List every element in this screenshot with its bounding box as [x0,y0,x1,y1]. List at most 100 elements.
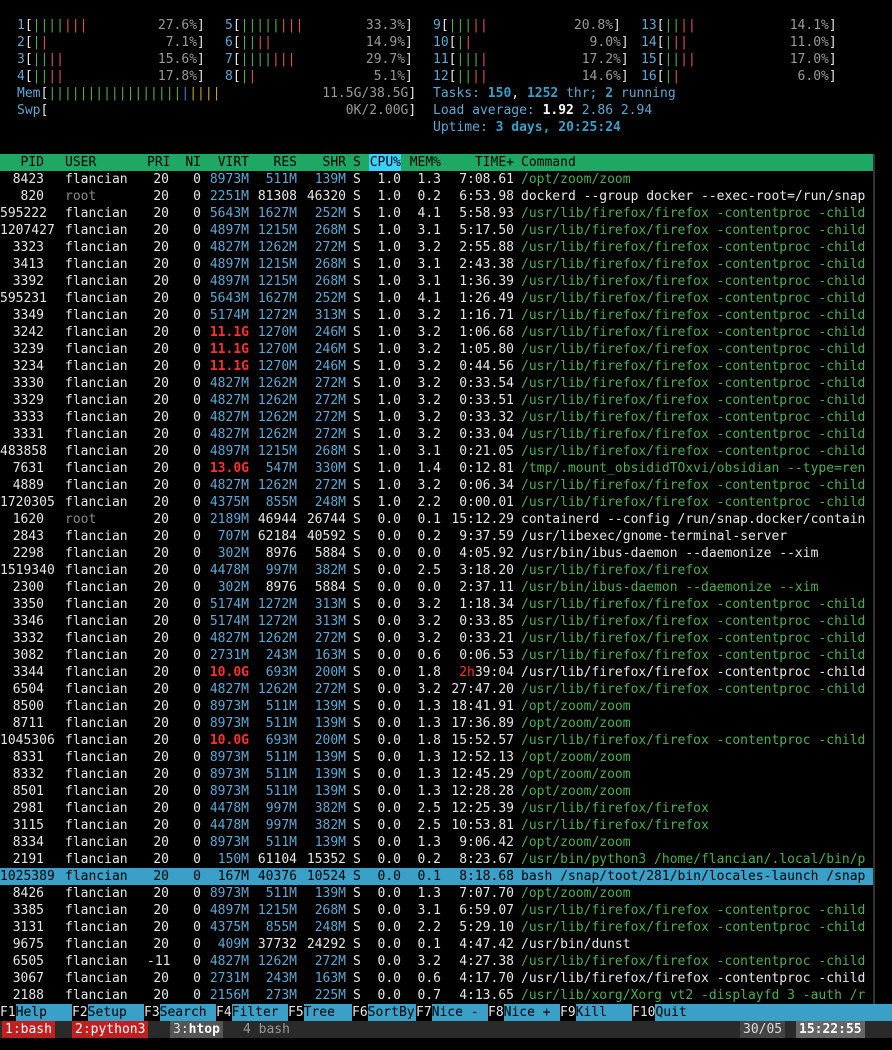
cell-time: 0:06.34 [459,478,514,493]
process-row[interactable]: 3332 flancian 20 0 4827M 1262M 272M S 0.0 3.2 0:33… [0,630,873,647]
process-row[interactable]: 595222 flancian 20 0 5643M 1627M 252M S 1.0 4.1 5:… [0,205,873,222]
cell-virt: 2731M [209,971,249,986]
process-row[interactable]: 2191 flancian 20 0 150M 61104 15352 S 0.0 0.2 8:23… [0,851,873,868]
load-5: 2.86 [581,103,614,118]
process-row[interactable]: 9675 flancian 20 0 409M 37732 24292 S 0.0 0.1 4:47… [0,936,873,953]
process-row[interactable]: 2300 flancian 20 0 302M 8976 5884 S 0.0 0.0 2:37.1… [0,579,873,596]
process-row[interactable]: 1620 root 20 0 2189M 46944 26744 S 0.0 0.1 15:12.2… [0,511,873,528]
process-row[interactable]: 8332 flancian 20 0 8973M 511M 139M S 0.0 1.3 12:45… [0,766,873,783]
process-row[interactable]: 2188 flancian 20 0 2156M 273M 225M S 0.0 0.7 4:13.… [0,987,873,1004]
process-row[interactable]: 8423 flancian 20 0 8973M 511M 139M S 1.0 1.3 7:08.… [0,171,873,188]
process-row[interactable]: 3349 flancian 20 0 5174M 1272M 313M S 1.0 3.2 1:16… [0,307,873,324]
swp-label: Swp [17,103,41,118]
process-row[interactable]: 2298 flancian 20 0 302M 8976 5884 S 0.0 0.0 4:05.9… [0,545,873,562]
process-table-header[interactable]: PID USER PRI NI VIRT RES SHR S CPU% MEM%… [0,154,873,171]
cell-shr: 139M [314,886,346,901]
col-state[interactable]: S [353,154,361,171]
col-shr[interactable]: SHR [302,154,346,171]
cell-state: S [353,376,361,391]
cell-time: 2:43.38 [459,257,514,272]
fkey-f3[interactable]: F3Search [144,1004,216,1021]
process-row[interactable]: 3242 flancian 20 0 11.1G 1270M 246M S 1.0 3.2 1:06… [0,324,873,341]
fkey-label: Help [15,1004,72,1021]
tmux-window-4[interactable]: 4 bash [240,1021,293,1038]
scrollbar[interactable] [873,154,875,1004]
fkey-f7[interactable]: F7Nice - [416,1004,488,1021]
cell-shr: 139M [314,699,346,714]
fkey-f4[interactable]: F4Filter [216,1004,288,1021]
cell-mem-percent: 1.3 [417,699,441,714]
process-row[interactable]: 8426 flancian 20 0 8973M 511M 139M S 0.0 1.3 7:07.… [0,885,873,902]
process-row[interactable]: 8711 flancian 20 0 8973M 511M 139M S 0.0 1.3 17:36… [0,715,873,732]
process-row[interactable]: 3082 flancian 20 0 2731M 243M 163M S 0.0 0.6 0:06.… [0,647,873,664]
process-row[interactable]: 2843 flancian 20 0 707M 62184 40592 S 0.0 0.2 9:37… [0,528,873,545]
process-row[interactable]: 8500 flancian 20 0 8973M 511M 139M S 0.0 1.3 18:41… [0,698,873,715]
cpu-id: 4 [17,69,25,84]
process-row[interactable]: 3329 flancian 20 0 4827M 1262M 272M S 1.0 3.2 0:33… [0,392,873,409]
cell-mem-percent: 3.2 [417,359,441,374]
fkey-label: SortBy [367,1004,416,1021]
process-row[interactable]: 820 root 20 0 2251M 81308 46320 S 1.0 0.2 6:53.98 d… [0,188,873,205]
process-row[interactable]: 3323 flancian 20 0 4827M 1262M 272M S 1.0 3.2 2:55… [0,239,873,256]
cell-mem-percent: 0.7 [417,988,441,1003]
process-row[interactable]: 595231 flancian 20 0 5643M 1627M 252M S 1.0 4.1 1:… [0,290,873,307]
process-row[interactable]: 3413 flancian 20 0 4897M 1215M 268M S 1.0 3.1 2:43… [0,256,873,273]
process-row[interactable]: 3350 flancian 20 0 5174M 1272M 313M S 0.0 3.2 1:18… [0,596,873,613]
process-row[interactable]: 7631 flancian 20 0 13.0G 547M 330M S 1.0 1.4 0:12.… [0,460,873,477]
process-row[interactable]: 1720305 flancian 20 0 4375M 855M 248M S 1.0 2.2 0:… [0,494,873,511]
col-user[interactable]: USER [65,154,96,171]
cell-res: 62184 [257,529,297,544]
cell-priority: 20 [153,342,169,357]
process-row[interactable]: 3330 flancian 20 0 4827M 1262M 272M S 1.0 3.2 0:33… [0,375,873,392]
col-ni[interactable]: NI [181,154,201,171]
col-virt[interactable]: VIRT [204,154,249,171]
fkey-f9[interactable]: F9Kill [560,1004,632,1021]
process-row[interactable]: 3346 flancian 20 0 5174M 1272M 313M S 0.0 3.2 0:33… [0,613,873,630]
process-row[interactable]: 3131 flancian 20 0 4375M 855M 248M S 0.0 2.2 5:29.… [0,919,873,936]
process-row[interactable]: 6504 flancian 20 0 4827M 1262M 272M S 0.0 3.2 27:4… [0,681,873,698]
fkey-f6[interactable]: F6SortBy [352,1004,416,1021]
col-command[interactable]: Command [521,154,873,171]
tmux-window-2[interactable]: 2:python3 [72,1021,149,1038]
fkey-f2[interactable]: F2Setup [72,1004,144,1021]
cell-pid: 1025389 [0,869,55,884]
col-pid[interactable]: PID [0,154,44,171]
tmux-window-3[interactable]: 3:htop [170,1021,223,1038]
process-row[interactable]: 8331 flancian 20 0 8973M 511M 139M S 0.0 1.3 12:52… [0,749,873,766]
process-row[interactable]: 4889 flancian 20 0 4827M 1262M 272M S 1.0 3.2 0:06… [0,477,873,494]
cell-command: /usr/lib/firefox/firefox -contentproc -c… [521,733,866,748]
fkey-f10[interactable]: F10Quit [632,1004,892,1021]
tmux-window-1[interactable]: 1:bash [2,1021,55,1038]
fkey-f5[interactable]: F5Tree [288,1004,352,1021]
process-row[interactable]: 1025389 flancian 20 0 167M 40376 10524 S 0.0 0.1 8… [0,868,873,885]
process-row[interactable]: 3239 flancian 20 0 11.1G 1270M 246M S 1.0 3.2 1:05… [0,341,873,358]
process-row[interactable]: 1519340 flancian 20 0 4478M 997M 382M S 0.0 2.5 3:… [0,562,873,579]
process-row[interactable]: 3392 flancian 20 0 4897M 1215M 268M S 1.0 3.1 1:36… [0,273,873,290]
process-row[interactable]: 8334 flancian 20 0 8973M 511M 139M S 0.0 1.3 9:06.… [0,834,873,851]
fkey-f8[interactable]: F8Nice + [488,1004,560,1021]
process-row[interactable]: 3385 flancian 20 0 4897M 1215M 268M S 0.0 3.1 6:59… [0,902,873,919]
col-mem[interactable]: MEM% [408,154,441,171]
fkey-f1[interactable]: F1Help [0,1004,72,1021]
process-row[interactable]: 8501 flancian 20 0 8973M 511M 139M S 0.0 1.3 12:28… [0,783,873,800]
process-row[interactable]: 3234 flancian 20 0 11.1G 1270M 246M S 1.0 3.2 0:44… [0,358,873,375]
process-row[interactable]: 6505 flancian -11 0 4827M 1262M 272M S 0.0 3.2 4:2… [0,953,873,970]
process-row[interactable]: 3331 flancian 20 0 4827M 1262M 272M S 1.0 3.2 0:33… [0,426,873,443]
process-row[interactable]: 3115 flancian 20 0 4478M 997M 382M S 0.0 2.5 10:53… [0,817,873,834]
process-row[interactable]: 483858 flancian 20 0 4897M 1215M 268M S 1.0 3.1 0:… [0,443,873,460]
col-pri[interactable]: PRI [147,154,170,171]
cell-nice: 0 [193,665,201,680]
process-row[interactable]: 1045306 flancian 20 0 10.0G 693M 200M S 0.0 1.8 15… [0,732,873,749]
col-res[interactable]: RES [254,154,297,171]
process-row[interactable]: 3344 flancian 20 0 10.0G 693M 200M S 0.0 1.8 2h39:… [0,664,873,681]
cell-cpu-percent: 0.0 [377,869,401,884]
process-row[interactable]: 3333 flancian 20 0 4827M 1262M 272M S 1.0 3.2 0:33… [0,409,873,426]
cell-state: S [353,427,361,442]
process-row[interactable]: 3067 flancian 20 0 2731M 243M 163M S 0.0 0.6 4:17.… [0,970,873,987]
cell-virt: 8973M [209,767,249,782]
col-time[interactable]: TIME+ [449,154,514,171]
col-cpu[interactable]: CPU% [369,154,401,171]
process-row[interactable]: 2981 flancian 20 0 4478M 997M 382M S 0.0 2.5 12:25… [0,800,873,817]
cell-shr: 272M [314,427,346,442]
process-row[interactable]: 1207427 flancian 20 0 4897M 1215M 268M S 1.0 3.1 5… [0,222,873,239]
